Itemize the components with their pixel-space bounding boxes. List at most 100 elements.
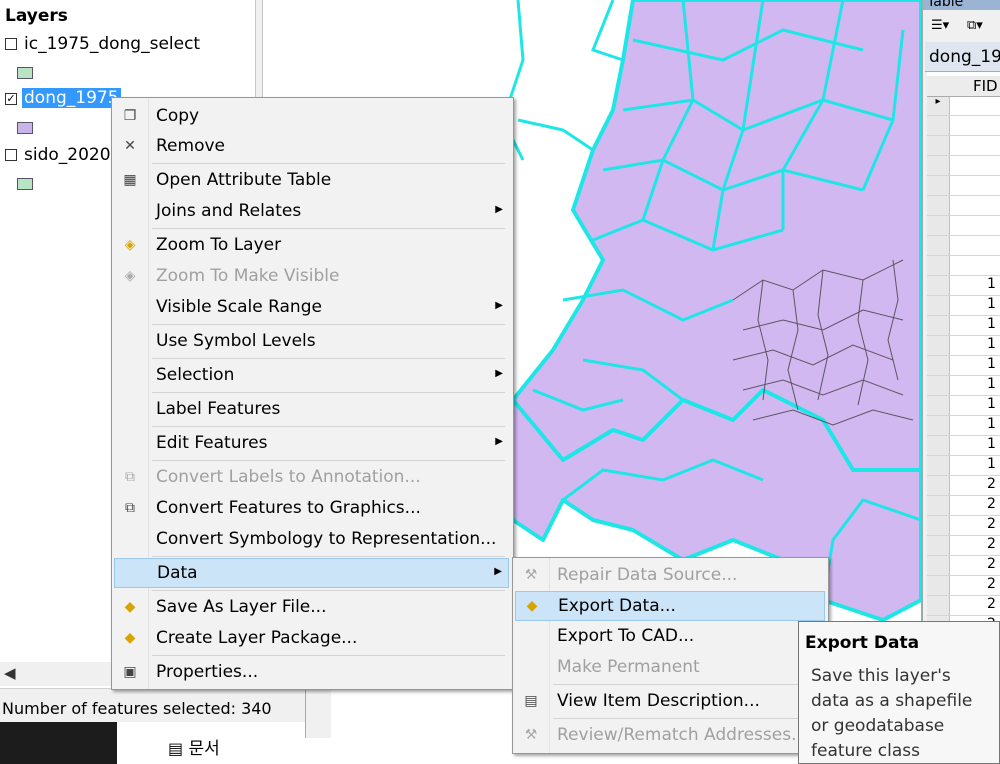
fid-column-header[interactable]: FID <box>973 77 998 95</box>
menu-item-joins-and-relates[interactable]: Joins and Relates ▶ <box>114 197 509 227</box>
table-row[interactable]: ▸ <box>927 96 1000 116</box>
row-selector[interactable] <box>927 176 950 195</box>
menu-item-label: Joins and Relates <box>156 201 302 221</box>
table-row[interactable] <box>927 216 1000 236</box>
table-row[interactable]: 1 <box>927 436 1000 456</box>
menu-item-copy[interactable]: ❐ Copy <box>114 102 509 132</box>
row-selector[interactable] <box>927 516 950 535</box>
row-selector[interactable] <box>927 256 950 275</box>
table-row[interactable] <box>927 116 1000 136</box>
menu-item-convert-features-to-graphics[interactable]: ⧉ Convert Features to Graphics... <box>114 494 509 524</box>
table-row[interactable] <box>927 256 1000 276</box>
layer-symbol-dong-1975[interactable] <box>17 122 33 134</box>
row-selector[interactable] <box>927 416 950 435</box>
row-selector[interactable] <box>927 436 950 455</box>
row-selector[interactable] <box>927 536 950 555</box>
menu-item-create-layer-package[interactable]: ◆ Create Layer Package... <box>114 624 509 654</box>
table-row[interactable] <box>927 196 1000 216</box>
layer-checkbox-sido-2020[interactable] <box>5 149 17 161</box>
row-selector[interactable] <box>927 276 950 295</box>
table-row[interactable]: 2 <box>927 496 1000 516</box>
row-selector[interactable] <box>927 336 950 355</box>
row-selector[interactable] <box>927 216 950 235</box>
copy-icon: ❐ <box>123 108 137 124</box>
layer-symbol-ic-1975-dong-select[interactable] <box>17 67 33 79</box>
row-selector[interactable] <box>927 156 950 175</box>
table-row[interactable] <box>927 136 1000 156</box>
status-bar: Number of features selected: 340 <box>0 688 330 723</box>
row-selector[interactable] <box>927 596 950 615</box>
row-selector[interactable] <box>927 576 950 595</box>
bottom-scrollbar[interactable] <box>305 688 331 738</box>
table-row[interactable]: 2 <box>927 536 1000 556</box>
data-submenu: ⚒ Repair Data Source... ◆ Export Data... Exp… <box>512 557 829 754</box>
table-row[interactable]: 1 <box>927 376 1000 396</box>
table-row[interactable]: 2 <box>927 576 1000 596</box>
menu-item-label: Repair Data Source... <box>557 565 738 585</box>
menu-item-view-item-description[interactable]: ▤ View Item Description... <box>515 687 825 717</box>
menu-item-properties[interactable]: ▣ Properties... <box>114 658 509 688</box>
row-selector[interactable] <box>927 356 950 375</box>
fid-cell: 1 <box>987 276 996 292</box>
row-selector[interactable]: ▸ <box>927 96 950 115</box>
row-selector[interactable] <box>927 496 950 515</box>
menu-item-convert-symbology-to-representation[interactable]: Convert Symbology to Representation... <box>114 525 509 555</box>
documents-item[interactable]: ▤ 문서 <box>168 734 220 759</box>
menu-item-export-data[interactable]: ◆ Export Data... <box>515 591 825 621</box>
menu-item-remove[interactable]: ✕ Remove <box>114 132 509 162</box>
menu-item-visible-scale-range[interactable]: Visible Scale Range ▶ <box>114 293 509 323</box>
menu-item-zoom-to-layer[interactable]: ◈ Zoom To Layer <box>114 231 509 261</box>
row-selector[interactable] <box>927 296 950 315</box>
menu-item-export-to-cad[interactable]: Export To CAD... <box>515 622 825 652</box>
table-row[interactable]: 1 <box>927 296 1000 316</box>
layer-checkbox-ic-1975-dong-select[interactable] <box>5 38 17 50</box>
menu-item-label: Export Data... <box>558 596 676 616</box>
layer-name-sido-2020[interactable]: sido_2020 <box>24 145 111 165</box>
table-row[interactable] <box>927 236 1000 256</box>
layer-checkbox-dong-1975[interactable]: ✓ <box>5 93 17 105</box>
row-selector[interactable] <box>927 556 950 575</box>
layer-name-ic-1975-dong-select[interactable]: ic_1975_dong_select <box>24 34 200 54</box>
row-selector[interactable] <box>927 316 950 335</box>
row-selector[interactable] <box>927 116 950 135</box>
table-row[interactable]: 2 <box>927 596 1000 616</box>
table-row[interactable] <box>927 176 1000 196</box>
scroll-left-icon[interactable]: ◀ <box>4 664 16 682</box>
menu-item-selection[interactable]: Selection ▶ <box>114 361 509 391</box>
table-row[interactable]: 1 <box>927 356 1000 376</box>
layer-name-dong-1975[interactable]: dong_1975 <box>22 88 121 108</box>
menu-item-use-symbol-levels[interactable]: Use Symbol Levels <box>114 327 509 357</box>
row-selector[interactable] <box>927 456 950 475</box>
table-row[interactable]: 1 <box>927 396 1000 416</box>
row-selector[interactable] <box>927 396 950 415</box>
menu-item-label-features[interactable]: Label Features <box>114 395 509 425</box>
row-selector[interactable] <box>927 136 950 155</box>
layer-symbol-sido-2020[interactable] <box>17 178 33 190</box>
table-row[interactable]: 1 <box>927 336 1000 356</box>
row-selector[interactable] <box>927 376 950 395</box>
table-row[interactable]: 2 <box>927 556 1000 576</box>
menu-item-data[interactable]: Data ▶ <box>114 558 509 588</box>
menu-item-open-attribute-table[interactable]: ▦ Open Attribute Table <box>114 166 509 196</box>
rematch-icon: ⚒ <box>524 727 538 743</box>
table-row[interactable]: 1 <box>927 316 1000 336</box>
table-row[interactable]: 1 <box>927 416 1000 436</box>
row-selector[interactable] <box>927 476 950 495</box>
table-tab[interactable]: dong_197 <box>925 42 1000 72</box>
table-row[interactable] <box>927 156 1000 176</box>
table-options-icon[interactable]: ☰▾ <box>931 18 949 33</box>
toc-horizontal-scrollbar[interactable]: ◀ <box>0 662 120 686</box>
submenu-arrow-icon: ▶ <box>494 566 502 577</box>
related-tables-icon[interactable]: ⧉▾ <box>967 18 983 33</box>
menu-item-label: Zoom To Layer <box>156 235 282 255</box>
menu-item-label: Visible Scale Range <box>156 297 322 317</box>
table-row[interactable]: 2 <box>927 476 1000 496</box>
menu-item-save-as-layer-file[interactable]: ◆ Save As Layer File... <box>114 593 509 623</box>
table-row[interactable]: 1 <box>927 456 1000 476</box>
menu-item-edit-features[interactable]: Edit Features ▶ <box>114 429 509 459</box>
row-selector[interactable] <box>927 196 950 215</box>
table-row[interactable]: 1 <box>927 276 1000 296</box>
table-row[interactable]: 2 <box>927 516 1000 536</box>
row-selector[interactable] <box>927 236 950 255</box>
menu-separator <box>553 684 821 685</box>
